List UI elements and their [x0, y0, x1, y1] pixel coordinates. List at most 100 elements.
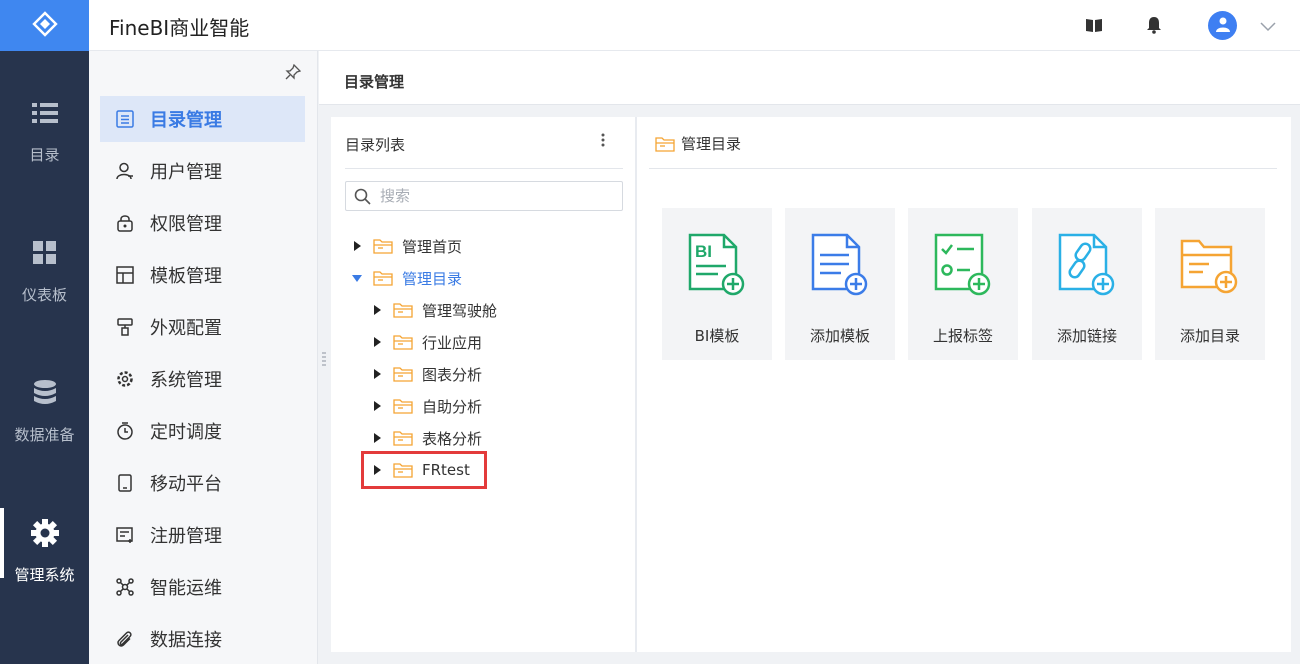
caret-right-icon[interactable]	[371, 336, 383, 348]
folder-icon	[393, 302, 413, 318]
panel-title: 目录列表	[345, 136, 406, 154]
menu-item-label: 系统管理	[150, 370, 222, 391]
brush-icon	[114, 316, 136, 338]
rail-label: 数据准备	[14, 426, 75, 444]
menu-item-label: 权限管理	[150, 214, 222, 235]
page-title: 目录管理	[344, 73, 405, 91]
search-icon	[354, 188, 371, 209]
book-icon[interactable]	[1084, 15, 1104, 35]
folder-icon	[655, 136, 675, 152]
chevron-down-icon[interactable]	[1260, 17, 1276, 36]
caret-right-icon[interactable]	[371, 432, 383, 444]
menu-item-label: 智能运维	[150, 578, 222, 599]
more-icon[interactable]	[601, 132, 605, 152]
tree-node[interactable]: 管理首页	[351, 233, 462, 259]
caret-right-icon[interactable]	[371, 368, 383, 380]
bell-icon[interactable]	[1144, 15, 1164, 35]
tree-node[interactable]: 行业应用	[371, 329, 482, 355]
tree-node[interactable]: 管理目录	[351, 265, 462, 291]
caret-down-icon[interactable]	[351, 272, 363, 284]
folder-icon	[393, 334, 413, 350]
rail-item-admin[interactable]: 管理系统	[0, 508, 89, 612]
folder-add-icon	[1179, 232, 1241, 298]
rail-item-catalog[interactable]: 目录	[0, 96, 89, 192]
menu-item-templates[interactable]: 模板管理	[100, 252, 305, 298]
rail-item-dashboard[interactable]: 仪表板	[0, 236, 89, 332]
pin-icon[interactable]	[285, 63, 302, 84]
template-icon	[114, 264, 136, 286]
settings-icon	[114, 368, 136, 390]
rail-label: 管理系统	[14, 566, 75, 584]
action-tile-add-link[interactable]: 添加链接	[1032, 208, 1142, 360]
folder-icon	[373, 270, 393, 286]
panel-title: 管理目录	[681, 135, 742, 153]
menu-item-label: 移动平台	[150, 474, 222, 495]
tree-node[interactable]: 管理驾驶舱	[371, 297, 497, 323]
page-header: 目录管理	[319, 51, 1300, 105]
rail-item-data-prep[interactable]: 数据准备	[0, 376, 89, 472]
folder-icon	[393, 366, 413, 382]
catalog-icon	[114, 108, 136, 130]
action-label: 添加链接	[1056, 327, 1117, 345]
menu-item-label: 用户管理	[150, 162, 222, 183]
action-tile-add-folder[interactable]: 添加目录	[1155, 208, 1265, 360]
gear-icon	[30, 516, 59, 550]
action-label: 添加目录	[1179, 327, 1240, 345]
tree-node[interactable]: 图表分析	[371, 361, 482, 387]
action-tile-bi-template[interactable]: BI BI模板	[662, 208, 772, 360]
tree-node-label: 图表分析	[422, 365, 483, 384]
database-icon	[33, 376, 57, 410]
mobile-icon	[114, 472, 136, 494]
menu-item-ops[interactable]: 智能运维	[100, 564, 305, 610]
folder-icon	[393, 430, 413, 446]
action-label: 上报标签	[932, 327, 993, 345]
caret-right-icon[interactable]	[371, 304, 383, 316]
menu-item-scheduling[interactable]: 定时调度	[100, 408, 305, 454]
menu-item-data-connection[interactable]: 数据连接	[100, 616, 305, 662]
tree-node-label: 管理首页	[402, 237, 463, 256]
tree-node-label: 表格分析	[422, 429, 483, 448]
avatar[interactable]	[1208, 11, 1237, 40]
folder-icon	[373, 238, 393, 254]
resize-handle-icon[interactable]	[322, 351, 326, 370]
divider	[649, 168, 1277, 169]
menu-item-label: 注册管理	[150, 526, 222, 547]
tree-node-label: 管理驾驶舱	[422, 301, 498, 320]
menu-item-label: 外观配置	[150, 318, 222, 339]
app-title: FineBI商业智能	[109, 16, 250, 40]
user-icon	[1215, 16, 1231, 36]
user-icon	[114, 160, 136, 182]
search-input[interactable]	[380, 186, 610, 206]
svg-text:BI: BI	[695, 242, 712, 261]
admin-menu: 目录管理 用户管理 权限管理 模板管理 外观配置 系统管理 定时调度 移动平台 …	[89, 51, 318, 664]
paperclip-icon	[114, 628, 136, 650]
tree-node[interactable]: 表格分析	[371, 425, 482, 451]
menu-item-users[interactable]: 用户管理	[100, 148, 305, 194]
folder-icon	[393, 398, 413, 414]
menu-item-label: 定时调度	[150, 422, 222, 443]
dashboard-icon	[32, 236, 57, 270]
menu-item-catalog[interactable]: 目录管理	[100, 96, 305, 142]
tree-node[interactable]: 自助分析	[371, 393, 482, 419]
menu-item-system[interactable]: 系统管理	[100, 356, 305, 402]
caret-right-icon[interactable]	[371, 400, 383, 412]
search-box[interactable]	[345, 181, 623, 211]
caret-right-icon[interactable]	[351, 240, 363, 252]
bi-template-add-icon: BI	[686, 232, 748, 298]
action-tile-add-template[interactable]: 添加模板	[785, 208, 895, 360]
divider	[345, 168, 623, 169]
highlight-box	[361, 451, 487, 489]
action-tile-report-tag[interactable]: 上报标签	[908, 208, 1018, 360]
menu-item-label: 模板管理	[150, 266, 222, 287]
menu-item-registration[interactable]: 注册管理	[100, 512, 305, 558]
action-label: BI模板	[694, 327, 740, 345]
tree-node-label: 自助分析	[422, 397, 483, 416]
menu-item-appearance[interactable]: 外观配置	[100, 304, 305, 350]
register-icon	[114, 524, 136, 546]
menu-item-label: 目录管理	[150, 110, 222, 131]
menu-item-permissions[interactable]: 权限管理	[100, 200, 305, 246]
app-rail: 目录 仪表板 数据准备 管理系统	[0, 0, 89, 664]
menu-item-mobile[interactable]: 移动平台	[100, 460, 305, 506]
app-logo[interactable]	[0, 0, 89, 51]
template-add-icon	[809, 232, 871, 298]
